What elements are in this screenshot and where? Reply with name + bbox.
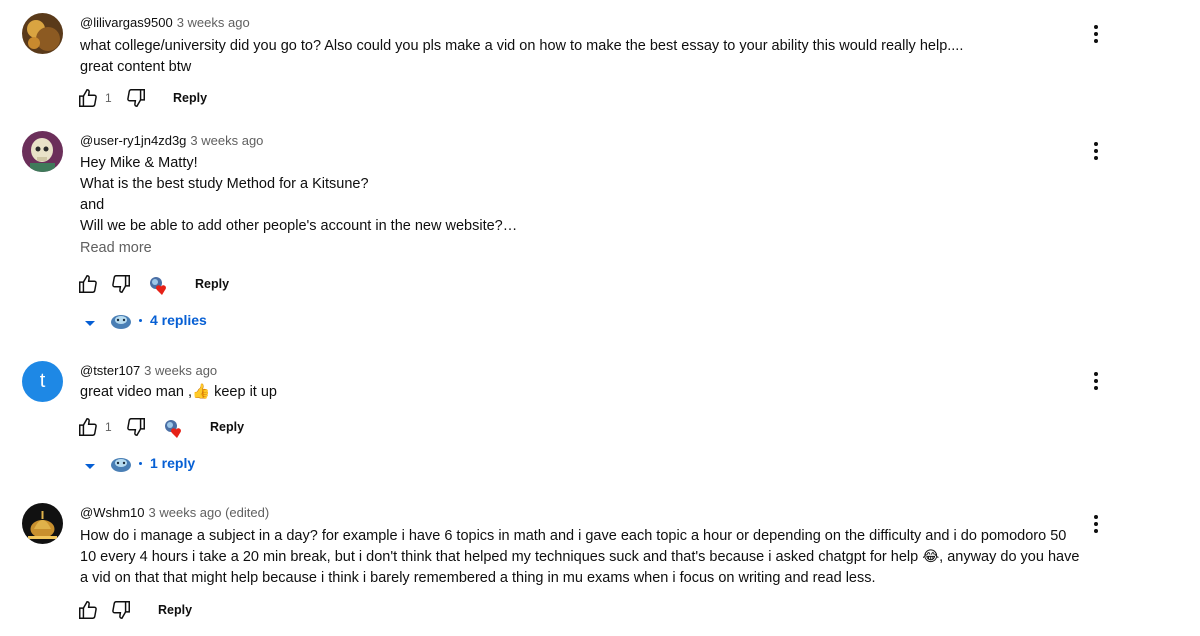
- comment-time[interactable]: 3 weeks ago (edited): [149, 505, 270, 520]
- separator-dot: [139, 319, 142, 322]
- comment-text: How do i manage a subject in a day? for …: [80, 526, 1080, 589]
- comment-line: How do i manage a subject in a day? for …: [80, 528, 1067, 544]
- more-actions-button[interactable]: [1086, 512, 1106, 536]
- comment-header: @tster107 3 weeks ago: [80, 363, 217, 378]
- comment-header: @lilivargas9500 3 weeks ago: [80, 15, 250, 30]
- creator-avatar-icon: [111, 315, 131, 329]
- avatar[interactable]: [22, 13, 63, 54]
- more-vert-icon: [1094, 515, 1098, 533]
- thumb-up-icon: [79, 275, 97, 293]
- dislike-button[interactable]: [125, 87, 147, 109]
- dislike-button[interactable]: [110, 273, 132, 295]
- comment-text: Hey Mike & Matty! What is the best study…: [80, 153, 1080, 237]
- thumb-down-icon: [112, 275, 130, 293]
- author-handle[interactable]: @Wshm10: [80, 505, 145, 520]
- author-handle[interactable]: @user-ry1jn4zd3g: [80, 133, 186, 148]
- replies-count-label: 1 reply: [150, 455, 196, 471]
- reply-button[interactable]: Reply: [173, 91, 207, 105]
- more-vert-icon: [1094, 142, 1098, 160]
- thumb-up-icon: [79, 601, 97, 619]
- more-actions-button[interactable]: [1086, 22, 1106, 46]
- comment-time[interactable]: 3 weeks ago: [144, 363, 217, 378]
- comment-header: @Wshm10 3 weeks ago (edited): [80, 505, 269, 520]
- author-handle[interactable]: @lilivargas9500: [80, 15, 173, 30]
- reply-button[interactable]: Reply: [158, 603, 192, 617]
- comment-text: what college/university did you go to? A…: [80, 36, 1080, 78]
- dislike-button[interactable]: [110, 599, 132, 621]
- comment-line: great video man ,👍 keep it up: [80, 384, 277, 400]
- author-handle[interactable]: @tster107: [80, 363, 140, 378]
- comment-line: a vid on that that might help because i …: [80, 570, 876, 586]
- caret-down-icon: [85, 321, 95, 326]
- like-count: 1: [105, 420, 112, 434]
- comment-line: and: [80, 197, 105, 213]
- like-button[interactable]: [77, 599, 99, 621]
- comment-line: 10 every 4 hours i take a 20 min break, …: [80, 549, 1080, 565]
- avatar-letter: t: [39, 370, 46, 392]
- thumb-down-icon: [127, 418, 145, 436]
- reply-button[interactable]: Reply: [195, 277, 229, 291]
- creator-heart-icon: [164, 419, 186, 439]
- comment-text: great video man ,👍 keep it up: [80, 382, 1080, 403]
- creator-avatar-icon: [111, 458, 131, 472]
- thumb-up-icon: [79, 418, 97, 436]
- like-button[interactable]: [77, 416, 99, 438]
- comments-section: @lilivargas9500 3 weeks ago what college/…: [0, 0, 1200, 636]
- comment-line: what college/university did you go to? A…: [80, 38, 964, 54]
- read-more-button[interactable]: Read more: [80, 240, 152, 256]
- avatar[interactable]: [22, 503, 63, 544]
- more-vert-icon: [1094, 25, 1098, 43]
- avatar[interactable]: [22, 131, 63, 172]
- dislike-button[interactable]: [125, 416, 147, 438]
- like-button[interactable]: [77, 273, 99, 295]
- comment-line: Hey Mike & Matty!: [80, 155, 198, 171]
- comment-time[interactable]: 3 weeks ago: [177, 15, 250, 30]
- creator-heart-icon: [149, 276, 171, 296]
- thumb-up-icon: [79, 89, 97, 107]
- thumb-down-icon: [127, 89, 145, 107]
- separator-dot: [139, 462, 142, 465]
- comment-line: great content btw: [80, 59, 192, 75]
- like-count: 1: [105, 91, 112, 105]
- like-button[interactable]: [77, 87, 99, 109]
- more-actions-button[interactable]: [1086, 369, 1106, 393]
- comment-header: @user-ry1jn4zd3g 3 weeks ago: [80, 133, 263, 148]
- replies-count-label: 4 replies: [150, 312, 207, 328]
- reply-button[interactable]: Reply: [210, 420, 244, 434]
- caret-down-icon: [85, 464, 95, 469]
- avatar[interactable]: t: [22, 361, 63, 402]
- comment-time[interactable]: 3 weeks ago: [190, 133, 263, 148]
- more-actions-button[interactable]: [1086, 139, 1106, 163]
- thumb-down-icon: [112, 601, 130, 619]
- comment-line: Will we be able to add other people's ac…: [80, 218, 518, 234]
- comment-line: What is the best study Method for a Kits…: [80, 176, 369, 192]
- more-vert-icon: [1094, 372, 1098, 390]
